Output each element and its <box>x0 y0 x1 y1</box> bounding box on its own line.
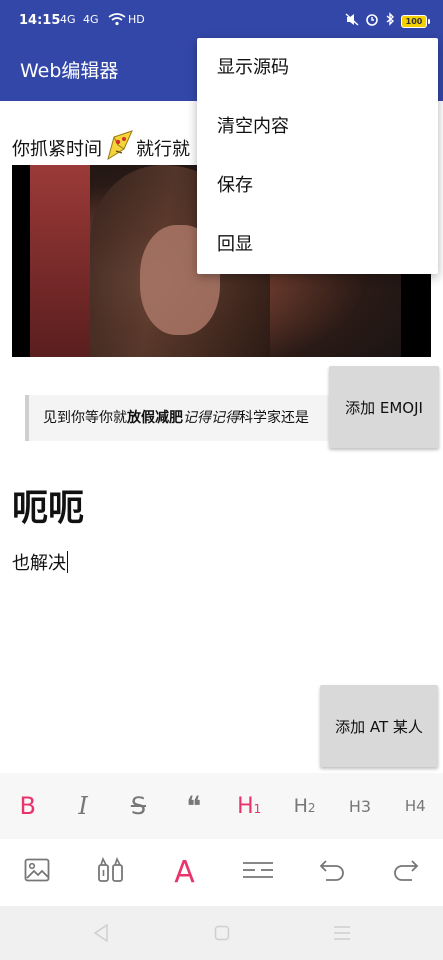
add-at-button[interactable]: 添加 AT 某人 <box>320 685 438 767</box>
paragraph-1[interactable]: 你抓紧时间 就行就 <box>12 129 190 165</box>
paragraph-1-text: 你抓紧时间 <box>12 139 102 160</box>
wifi-icon <box>108 13 126 29</box>
menu-item-clear-content[interactable]: 清空内容 <box>197 97 438 156</box>
text-cursor <box>67 551 68 573</box>
h1-button[interactable]: H1 <box>224 781 274 831</box>
app-title: Web编辑器 <box>20 60 119 82</box>
undo-icon <box>318 859 346 887</box>
bluetooth-icon <box>385 12 395 30</box>
paragraph-2-text: 也解决 <box>12 553 66 574</box>
signal-icon-2: 4G <box>83 13 99 26</box>
paragraph-2[interactable]: 也解决 <box>12 549 68 575</box>
insert-toolbar: A <box>0 839 443 906</box>
status-time: 14:15 <box>19 13 61 28</box>
format-toolbar: B I S ❝ H1 H2 H3 H4 <box>0 773 443 839</box>
menu-item-show-source[interactable]: 显示源码 <box>197 38 438 97</box>
menu-icon <box>334 926 351 940</box>
strikethrough-button[interactable]: S <box>113 781 163 831</box>
image-background <box>30 165 90 357</box>
nav-menu-button[interactable] <box>322 913 362 953</box>
back-icon <box>93 924 108 942</box>
nav-back-button[interactable] <box>81 913 121 953</box>
h3-icon: H3 <box>348 796 372 816</box>
status-right-icons: 100 <box>345 12 430 30</box>
insert-media-button[interactable] <box>86 848 136 898</box>
status-bar: 14:15 4G 4G HD 100 <box>0 0 443 40</box>
signal-icon-1: 4G <box>60 13 76 26</box>
emoji-image <box>102 129 136 163</box>
system-nav-bar <box>0 906 443 960</box>
media-icon <box>97 856 125 889</box>
mute-icon <box>345 12 359 30</box>
heading-text[interactable]: 呃呃 <box>12 479 84 531</box>
insert-image-button[interactable] <box>12 848 62 898</box>
redo-icon <box>392 859 420 887</box>
menu-item-echo[interactable]: 回显 <box>197 215 438 274</box>
strikethrough-icon: S <box>130 792 147 820</box>
h1-icon: H1 <box>237 793 262 819</box>
alarm-icon <box>365 12 379 30</box>
redo-button[interactable] <box>381 848 431 898</box>
h2-button[interactable]: H2 <box>280 781 330 831</box>
quote-text-1: 见到你等你就 <box>43 410 127 426</box>
quote-button[interactable]: ❝ <box>169 781 219 831</box>
h2-icon: H2 <box>293 795 316 817</box>
h4-icon: H4 <box>404 797 426 815</box>
image-icon <box>24 858 50 888</box>
paragraph-1-text-after: 就行就 <box>136 139 190 160</box>
text-color-icon: A <box>174 855 195 890</box>
quote-icon: ❝ <box>186 789 202 823</box>
hd-label: HD <box>128 13 145 26</box>
menu-item-save[interactable]: 保存 <box>197 156 438 215</box>
italic-button[interactable]: I <box>58 781 108 831</box>
quote-bold-text: 放假减肥 <box>127 410 183 426</box>
quote-text-2: 科学家还是 <box>239 410 309 426</box>
home-icon <box>214 925 229 941</box>
h3-button[interactable]: H3 <box>335 781 385 831</box>
bold-icon: B <box>19 792 36 820</box>
divider-icon <box>242 860 274 886</box>
bold-button[interactable]: B <box>3 781 53 831</box>
insert-divider-button[interactable] <box>233 848 283 898</box>
add-emoji-button[interactable]: 添加 EMOJI <box>329 366 439 448</box>
nav-home-button[interactable] <box>202 913 242 953</box>
italic-icon: I <box>78 792 88 820</box>
battery-icon: 100 <box>401 14 430 28</box>
overflow-menu: 显示源码 清空内容 保存 回显 <box>197 38 438 274</box>
undo-button[interactable] <box>307 848 357 898</box>
h4-button[interactable]: H4 <box>390 781 440 831</box>
quote-italic-text: 记得记得 <box>183 410 239 426</box>
text-color-button[interactable]: A <box>160 848 210 898</box>
